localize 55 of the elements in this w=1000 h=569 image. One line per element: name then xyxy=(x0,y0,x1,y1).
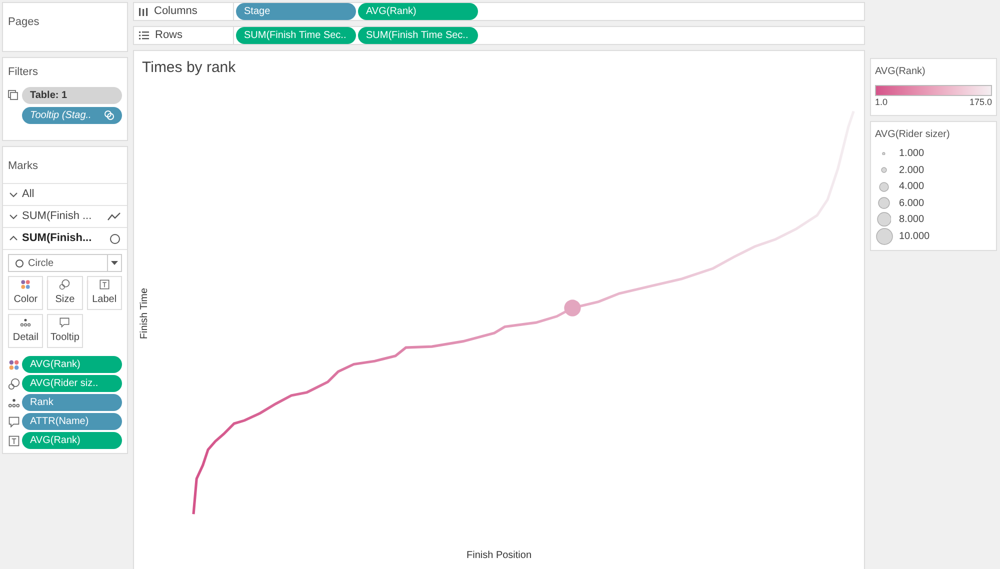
legend-value: 2.000 xyxy=(899,164,924,178)
legend-value: 1.000 xyxy=(899,147,924,162)
speech-bubble-icon xyxy=(59,317,70,328)
shelf-label: Rows xyxy=(155,28,183,44)
color-dots-icon xyxy=(20,279,32,290)
expand-caret-icon xyxy=(9,190,18,199)
collapse-caret-icon xyxy=(9,234,18,243)
legend-value: 10.000 xyxy=(899,230,930,244)
circle-mark-icon xyxy=(15,258,24,268)
size-circles-icon xyxy=(59,279,70,290)
filter-pill[interactable]: Table: 1 xyxy=(22,86,122,104)
legend-title: AVG(Rank) xyxy=(875,65,926,79)
mark-property-button[interactable]: Tooltip xyxy=(47,314,83,348)
speech-bubble-icon xyxy=(8,416,20,428)
shelf-label: Columns xyxy=(154,4,198,20)
linked-circles-icon xyxy=(104,110,114,120)
size-circle-icon xyxy=(878,197,890,210)
legend-value: 4.000 xyxy=(899,180,924,194)
size-circle-icon xyxy=(881,167,887,174)
detail-dots-icon xyxy=(20,317,32,328)
size-circle-icon xyxy=(876,228,892,245)
marks-layer[interactable]: SUM(Finish... xyxy=(3,228,127,250)
color-dots-icon xyxy=(8,358,20,370)
x-axis-label: Finish Position xyxy=(466,549,532,564)
detail-dots-icon xyxy=(8,396,20,408)
y-axis-label: Finish Time xyxy=(138,288,152,340)
panel-title: Pages xyxy=(8,16,40,28)
legend-value: 8.000 xyxy=(899,213,924,228)
size-circle-icon xyxy=(879,182,889,192)
chart-title: Times by rank xyxy=(142,58,237,78)
legend-value: 6.000 xyxy=(899,196,924,211)
legend-min: 1.0 xyxy=(875,96,888,109)
rows-icon xyxy=(139,31,149,40)
text-label-icon xyxy=(98,279,110,290)
circle-mark-icon xyxy=(109,232,121,244)
panel-title: Marks xyxy=(8,160,38,172)
mark-property-button[interactable]: Label xyxy=(86,276,122,310)
size-circle-icon xyxy=(882,152,886,156)
columns-icon xyxy=(139,7,148,16)
mark-property-button[interactable]: Color xyxy=(8,276,44,310)
panel-title: Filters xyxy=(8,65,39,80)
mark-property-button[interactable]: Detail xyxy=(8,314,44,348)
size-circle-icon xyxy=(876,212,892,228)
table-filter-icon xyxy=(8,90,18,100)
legend-max: 175.0 xyxy=(969,96,992,109)
legend-title: AVG(Rider sizer) xyxy=(875,128,951,142)
text-label-icon xyxy=(8,434,20,446)
line-mark-icon xyxy=(107,212,121,222)
mark-type-dropdown[interactable]: Circle xyxy=(8,254,122,272)
marks-layer[interactable]: SUM(Finish ... xyxy=(3,206,127,228)
marks-layer[interactable]: All xyxy=(3,184,127,206)
size-circles-icon xyxy=(8,378,20,390)
expand-caret-icon xyxy=(9,212,18,221)
dropdown-caret-icon xyxy=(111,261,118,265)
mark-property-button[interactable]: Size xyxy=(47,276,83,310)
